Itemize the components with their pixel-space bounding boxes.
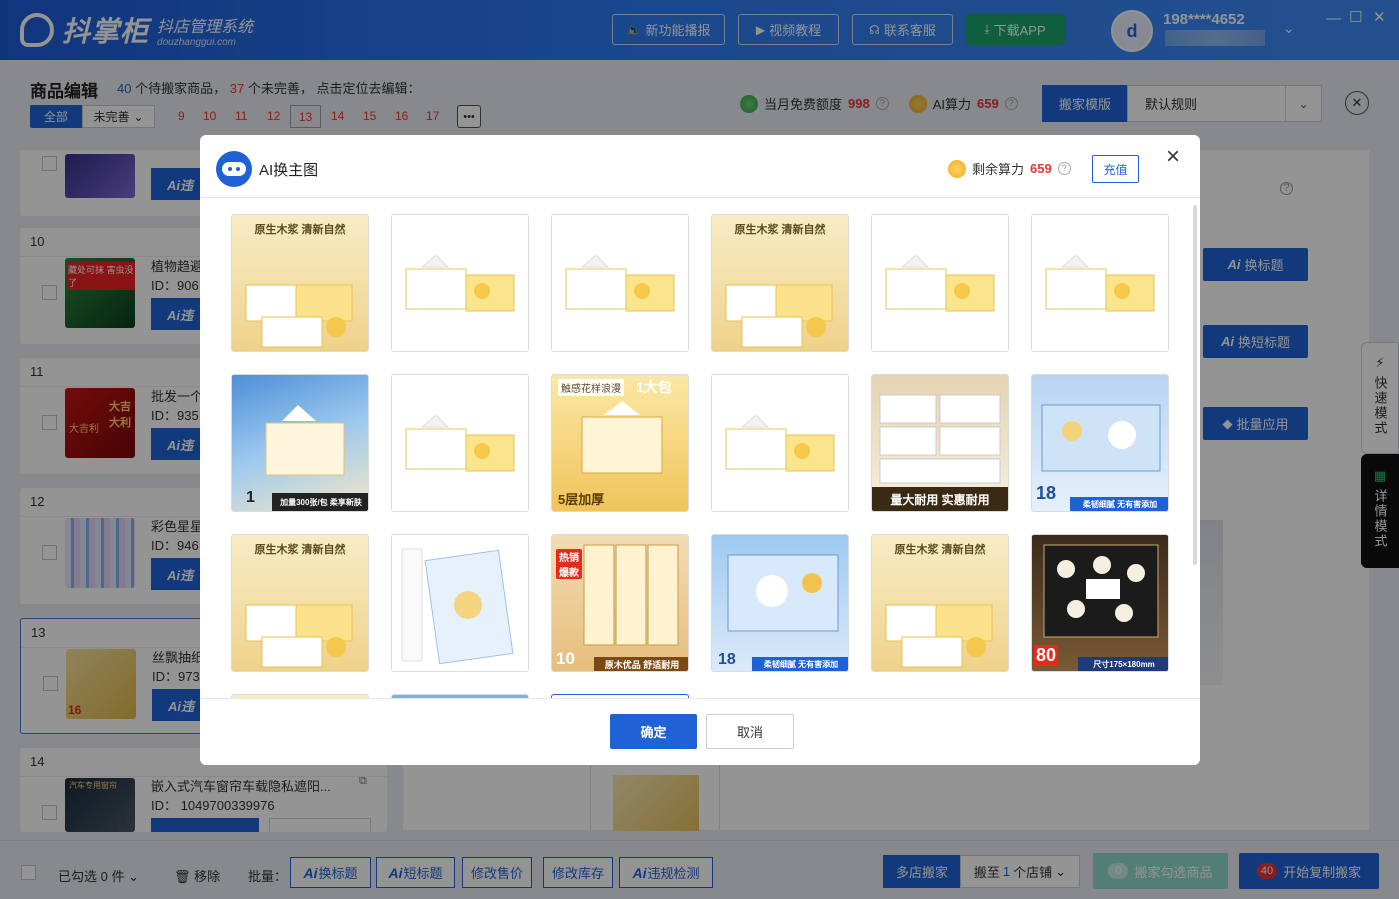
close-icon[interactable]: × bbox=[1166, 143, 1180, 171]
help-icon[interactable]: ? bbox=[1057, 162, 1071, 175]
image-option[interactable] bbox=[871, 214, 1009, 352]
image-option[interactable]: 量大耐用 实惠耐用 bbox=[871, 374, 1009, 512]
remaining-power: 剩余算力 659 ? bbox=[948, 159, 1071, 178]
ai-power-icon bbox=[948, 159, 966, 178]
dialog-title: AI换主图 bbox=[259, 162, 319, 179]
image-option[interactable] bbox=[391, 534, 529, 672]
image-option[interactable]: 原生木浆 清新自然 bbox=[231, 534, 369, 672]
image-option[interactable] bbox=[391, 214, 529, 352]
ai-main-image-dialog: AI换主图 剩余算力 659 ? 充值 × 原生木浆 清新自然 原生木浆 清新自… bbox=[200, 135, 1200, 765]
image-option[interactable] bbox=[391, 374, 529, 512]
recharge-button[interactable]: 充值 bbox=[1092, 155, 1139, 183]
image-option[interactable]: 1 加量300张/包 柔享新肤 bbox=[231, 374, 369, 512]
image-grid: 原生木浆 清新自然 原生木浆 清新自然 1 加量300张/包 柔享新肤 触感花样… bbox=[200, 198, 1200, 698]
confirm-button[interactable]: 确定 bbox=[610, 714, 697, 749]
image-option[interactable]: 触感花样浪漫 1大包 5层加厚 bbox=[551, 374, 689, 512]
ai-robot-icon bbox=[216, 151, 252, 187]
image-option[interactable] bbox=[711, 374, 849, 512]
image-option[interactable] bbox=[551, 214, 689, 352]
cancel-button[interactable]: 取消 bbox=[706, 714, 794, 749]
image-option[interactable]: 原生木浆 清新自然 bbox=[711, 214, 849, 352]
image-option[interactable]: 原生木浆 清新自然 bbox=[231, 214, 369, 352]
grid-scrollbar[interactable] bbox=[1193, 205, 1197, 565]
image-option[interactable]: 18 柔韧细腻 无有害添加 bbox=[711, 534, 849, 672]
image-option[interactable]: 18 柔韧细腻 无有害添加 bbox=[1031, 374, 1169, 512]
image-option[interactable]: 热销爆款 10 原木优品 舒适耐用 bbox=[551, 534, 689, 672]
image-option[interactable]: 80 尺寸175×180mm bbox=[1031, 534, 1169, 672]
image-option[interactable] bbox=[1031, 214, 1169, 352]
image-option[interactable]: 原生木浆 清新自然 bbox=[871, 534, 1009, 672]
